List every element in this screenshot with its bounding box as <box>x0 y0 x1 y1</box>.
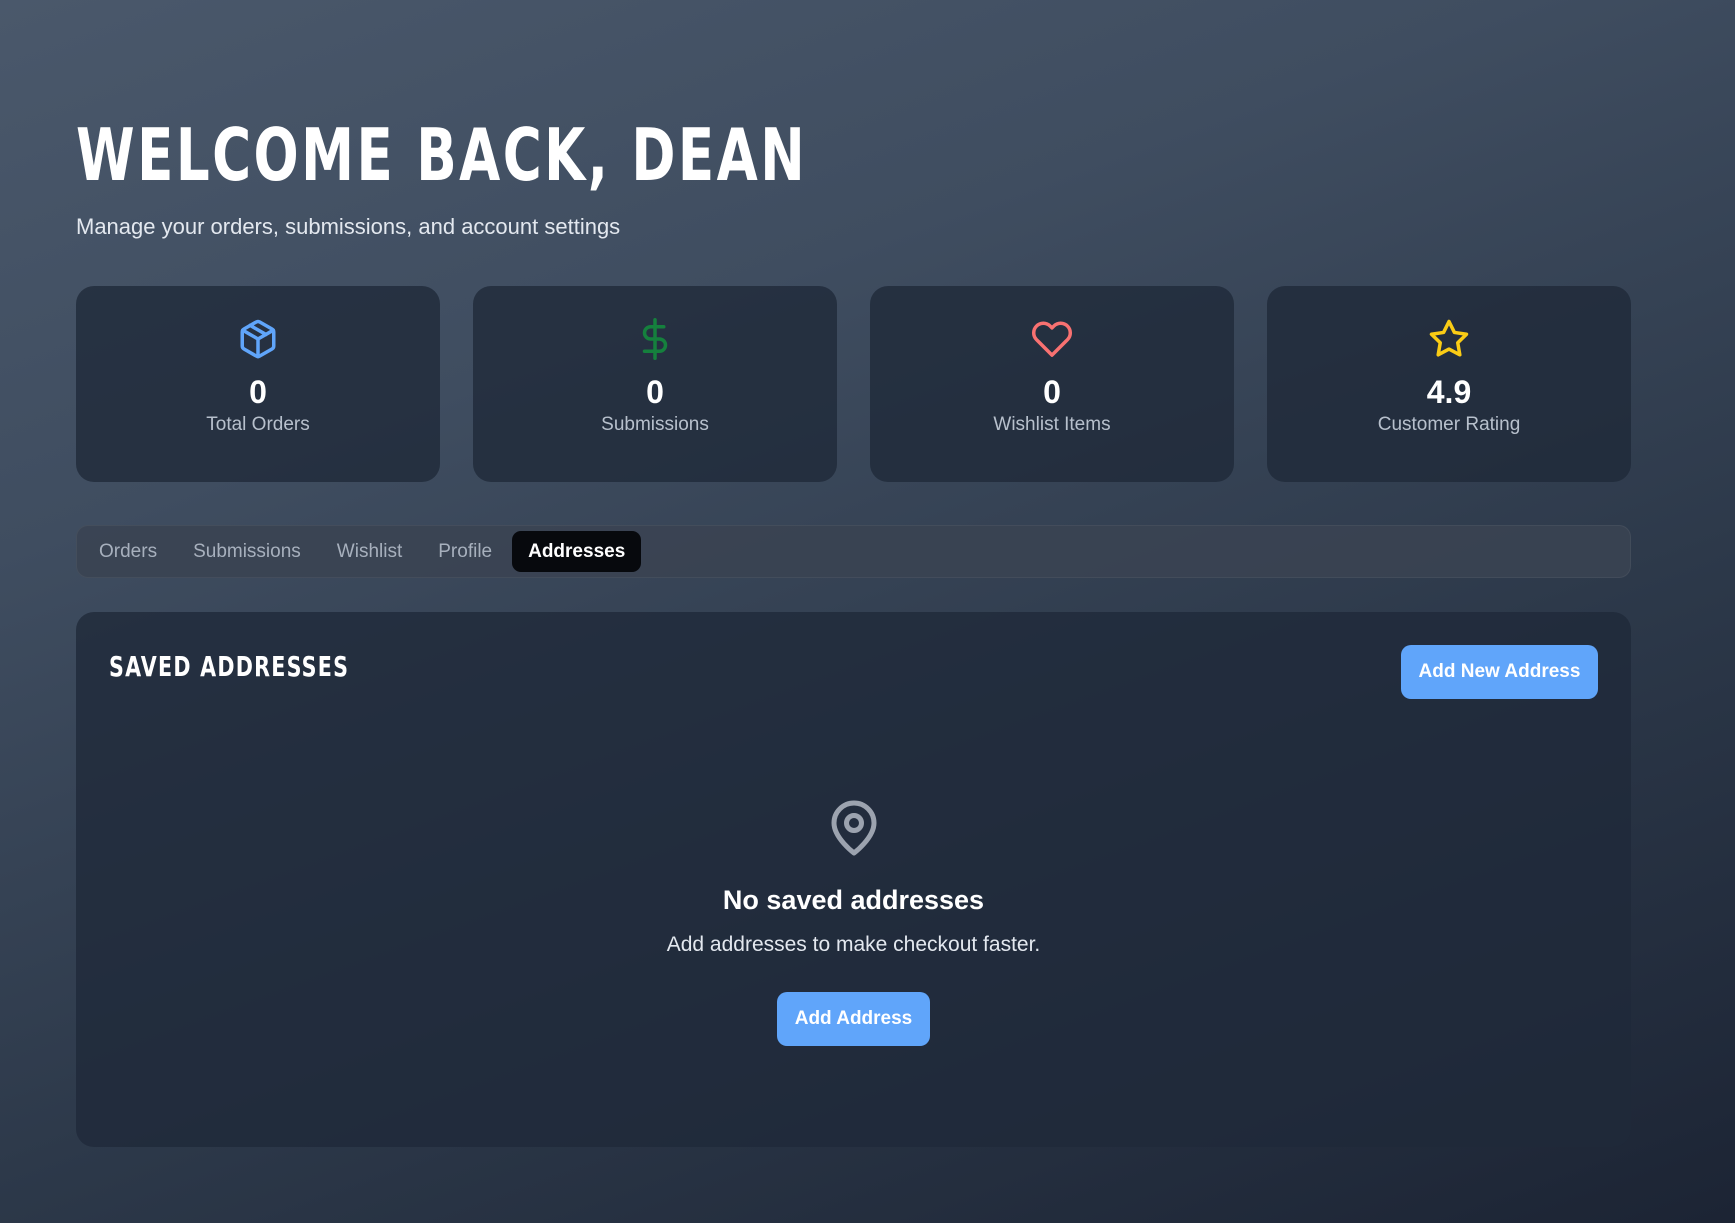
stat-value: 0 <box>1043 374 1061 410</box>
tab-wishlist[interactable]: Wishlist <box>321 531 418 572</box>
page-title: WELCOME BACK, DEAN <box>76 113 808 197</box>
stat-value: 4.9 <box>1426 374 1472 410</box>
page-subtitle: Manage your orders, submissions, and acc… <box>76 214 621 239</box>
stat-value: 0 <box>249 374 267 410</box>
tab-submissions[interactable]: Submissions <box>177 531 317 572</box>
account-tabs: Orders Submissions Wishlist Profile Addr… <box>76 525 1631 578</box>
add-new-address-button[interactable]: Add New Address <box>1401 645 1598 699</box>
saved-addresses-panel: SAVED ADDRESSES Add New Address No saved… <box>76 612 1631 1147</box>
stat-label: Customer Rating <box>1377 414 1521 435</box>
stat-card-rating: 4.9 Customer Rating <box>1267 286 1631 482</box>
map-pin-icon <box>824 796 884 860</box>
empty-state: No saved addresses Add addresses to make… <box>76 796 1631 1046</box>
stat-card-total-orders: 0 Total Orders <box>76 286 440 482</box>
package-icon <box>237 318 279 360</box>
empty-state-text: Add addresses to make checkout faster. <box>666 933 1041 956</box>
heart-icon <box>1031 318 1073 360</box>
stat-card-submissions: 0 Submissions <box>473 286 837 482</box>
stat-value: 0 <box>646 374 664 410</box>
dollar-icon <box>634 318 676 360</box>
star-icon <box>1428 318 1470 360</box>
tab-addresses[interactable]: Addresses <box>512 531 642 572</box>
tab-orders[interactable]: Orders <box>83 531 173 572</box>
stat-card-wishlist: 0 Wishlist Items <box>870 286 1234 482</box>
add-address-button[interactable]: Add Address <box>777 992 930 1046</box>
empty-state-title: No saved addresses <box>722 885 985 915</box>
stat-label: Wishlist Items <box>993 414 1111 435</box>
tab-profile[interactable]: Profile <box>422 531 508 572</box>
stat-label: Total Orders <box>206 414 310 435</box>
stat-label: Submissions <box>601 414 709 435</box>
stats-row: 0 Total Orders 0 Submissions 0 Wishlist … <box>76 286 1631 482</box>
section-title: SAVED ADDRESSES <box>109 650 350 683</box>
